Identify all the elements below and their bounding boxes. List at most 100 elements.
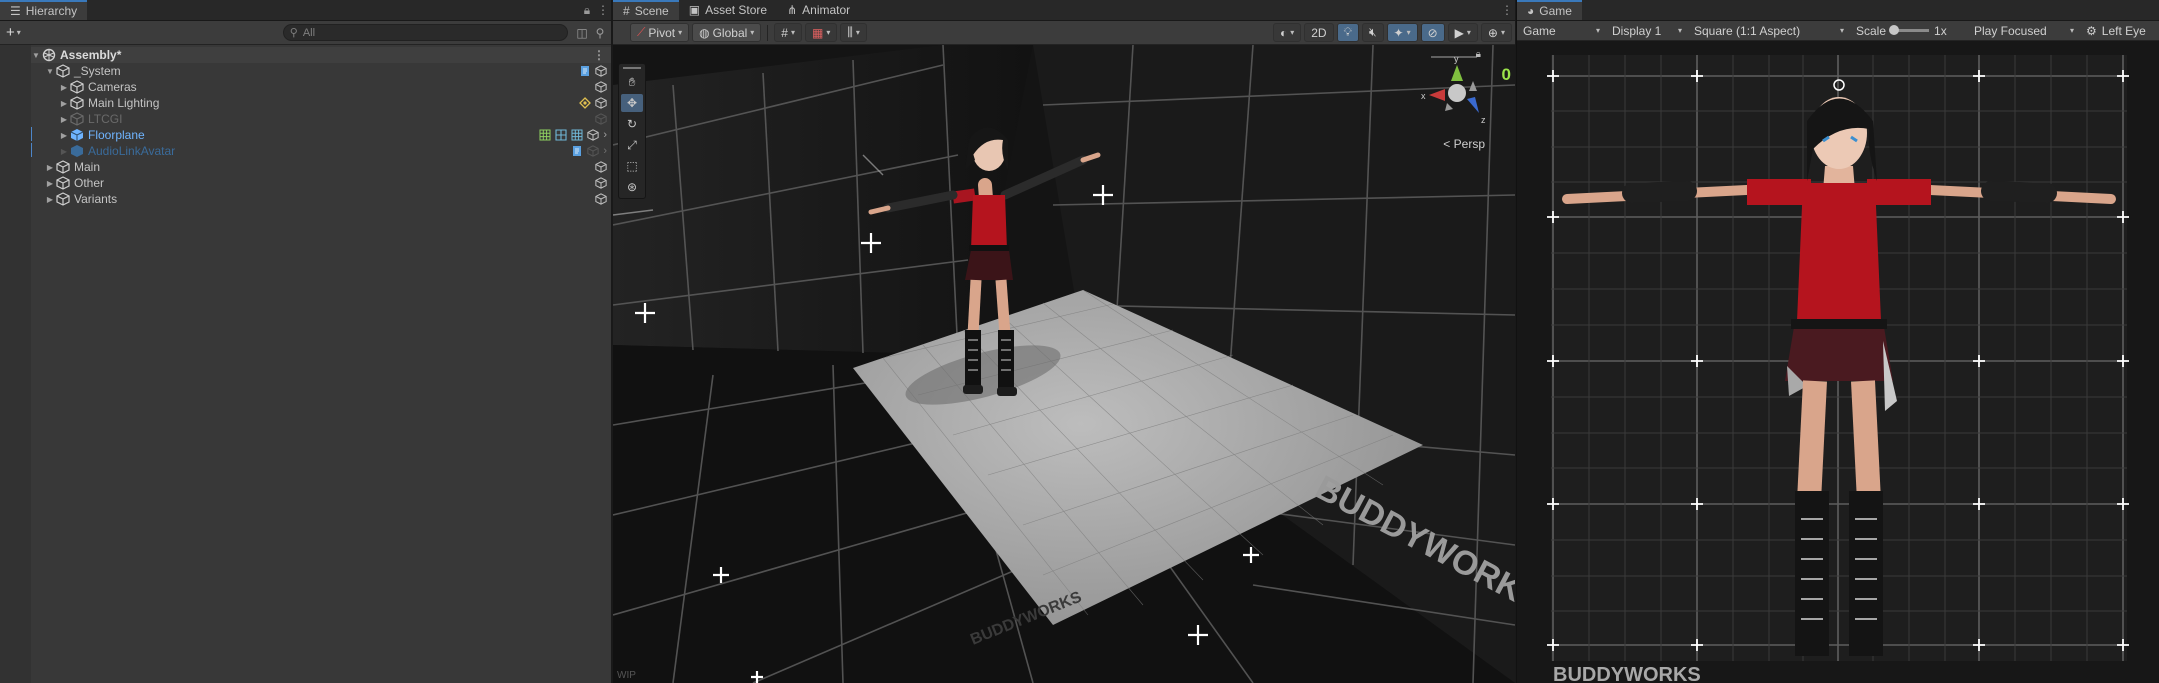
tool-palette: ✋︎ ✥ ↻ ⤢ ⬚ ⊛ — [618, 63, 646, 199]
chevron-down-icon[interactable]: ▼ — [44, 67, 56, 76]
rotate-tool[interactable]: ↻ — [621, 115, 643, 133]
rect-tool[interactable]: ⬚ — [621, 157, 643, 175]
filter-icon[interactable]: ⚲ — [592, 26, 608, 40]
tree-item-variants[interactable]: ▶ Variants — [0, 191, 611, 207]
scene-viewport[interactable]: BUDDYWORKS BUDDYWORKS ✋︎ ✥ ↻ ⤢ ⬚ ⊛ y x z… — [613, 45, 1515, 683]
camera-dropdown[interactable]: ▶︎ ▾ — [1447, 23, 1478, 42]
gameobject-icon — [587, 145, 599, 157]
bag-icon: ▣ — [688, 3, 701, 17]
audio-toggle[interactable]: 🔇︎ — [1361, 23, 1384, 42]
tree-item-system[interactable]: ▼ _System — [0, 63, 611, 79]
chevron-down-icon: ▾ — [790, 28, 795, 37]
scene-visibility-icon[interactable]: ◫ — [574, 26, 590, 40]
chevron-right-icon[interactable]: ▶ — [58, 131, 70, 140]
grid-snap-button[interactable]: # ▾ — [774, 23, 802, 42]
scene-toolbar: ⟋ Pivot ▾ ◍ Global ▾ # ▾ ▦ ▾ ⫼ ▾ ◐ ▾ 2D 💡︎ 🔇… — [613, 21, 1515, 45]
hierarchy-tree: ▼ Assembly* ⋮ ▼ _System ▶ Cameras ▶ Main… — [0, 45, 611, 683]
more-menu-icon[interactable]: ⋮ — [595, 0, 611, 20]
scale-tool[interactable]: ⤢ — [621, 136, 643, 154]
hidden-objects-toggle[interactable]: ⊘ — [1420, 23, 1445, 42]
gameobject-icon — [70, 112, 84, 126]
more-menu-icon[interactable]: ⋮ — [591, 48, 607, 62]
scene-row[interactable]: ▼ Assembly* ⋮ — [0, 47, 611, 63]
persp-label[interactable]: < Persp — [1443, 137, 1485, 151]
aspect-dropdown[interactable]: Square (1:1 Aspect) ▾ — [1688, 21, 1850, 40]
tree-item-ltcgi[interactable]: ▶ LTCGI — [0, 111, 611, 127]
chevron-right-icon[interactable]: ▶ — [44, 195, 56, 204]
display-dropdown[interactable]: Display 1 ▾ — [1606, 21, 1688, 40]
grid-visibility-button[interactable]: ▦ ▾ — [805, 23, 838, 42]
corner-text: WIP — [617, 670, 636, 681]
transform-tool[interactable]: ⊛ — [621, 178, 643, 196]
chevron-down-icon: ▾ — [678, 28, 683, 37]
chevron-down-icon[interactable]: ▼ — [30, 51, 42, 60]
chevron-right-icon[interactable]: ▶ — [44, 179, 56, 188]
shading-sphere-icon: ◐ — [1279, 25, 1288, 40]
play-mode-dropdown[interactable]: Play Focused ▾ — [1968, 21, 2080, 40]
tree-item-other[interactable]: ▶ Other — [0, 175, 611, 191]
tab-asset-store[interactable]: ▣ Asset Store — [679, 0, 777, 20]
gizmos-dropdown[interactable]: ⊕ ▾ — [1480, 23, 1512, 42]
gameobject-icon — [70, 96, 84, 110]
x-axis-cone[interactable] — [1429, 89, 1445, 101]
chevron-right-icon[interactable]: ▶ — [58, 147, 70, 156]
chevron-right-icon[interactable]: › — [603, 145, 607, 157]
tab-scene[interactable]: # Scene — [613, 0, 679, 20]
gameobject-icon — [56, 64, 70, 78]
gamepad-icon: ◕ — [1527, 4, 1535, 18]
game-mode-dropdown[interactable]: Game ▾ — [1517, 21, 1606, 40]
chevron-right-icon[interactable]: ▶ — [58, 83, 70, 92]
gameobject-icon — [587, 129, 599, 141]
more-menu-icon[interactable]: ⋮ — [1499, 0, 1515, 20]
move-icon: ✥ — [626, 96, 638, 110]
effects-icon: ✦ — [1393, 25, 1404, 40]
lock-icon[interactable]: 🔒︎ — [579, 0, 595, 20]
grid-icon: # — [623, 4, 630, 18]
tree-item-floorplane[interactable]: ▶ Floorplane › — [0, 127, 611, 143]
hand-tool[interactable]: ✋︎ — [621, 73, 643, 91]
chevron-down-icon: ▾ — [1466, 28, 1471, 37]
prefab-icon — [71, 145, 83, 157]
add-button[interactable]: + ▾ — [3, 24, 21, 41]
tab-hierarchy[interactable]: ☰ Hierarchy — [0, 0, 88, 20]
tree-item-main[interactable]: ▶ Main — [0, 159, 611, 175]
grid-icon: ▦ — [812, 25, 824, 40]
transform-icon: ⊛ — [626, 180, 638, 194]
search-placeholder: All — [302, 26, 316, 39]
increment-snap-button[interactable]: ⫼ ▾ — [840, 23, 867, 42]
scale-slider-knob[interactable] — [1889, 25, 1900, 35]
game-view[interactable]: BUDDYWORKS — [1517, 41, 2159, 683]
chevron-down-icon: ▾ — [750, 28, 755, 37]
tab-animator[interactable]: ⋔ Animator — [777, 0, 860, 20]
z-axis-cone[interactable] — [1467, 97, 1479, 113]
scene-render: BUDDYWORKS BUDDYWORKS — [613, 45, 1515, 683]
hand-icon: ✋︎ — [628, 74, 636, 89]
drag-handle[interactable] — [623, 67, 641, 69]
rect-icon: ⬚ — [626, 159, 638, 173]
light-probe-icon — [579, 97, 591, 109]
chevron-right-icon[interactable]: ▶ — [58, 115, 70, 124]
chevron-right-icon[interactable]: › — [603, 129, 607, 141]
effects-dropdown[interactable]: ✦ ▾ — [1386, 23, 1418, 42]
toggle-2d-button[interactable]: 2D — [1304, 23, 1334, 42]
move-tool[interactable]: ✥ — [621, 94, 643, 112]
lighting-toggle[interactable]: 💡︎ — [1336, 23, 1359, 42]
gameobject-icon — [56, 192, 70, 206]
chevron-right-icon[interactable]: ▶ — [44, 163, 56, 172]
gizmo-icon: ⊕ — [1487, 25, 1498, 40]
search-icon: ⚲ — [289, 27, 298, 39]
global-dropdown[interactable]: ◍ Global ▾ — [692, 23, 762, 42]
scale-slider[interactable] — [1889, 25, 1930, 35]
draw-mode-dropdown[interactable]: ◐ ▾ — [1272, 23, 1302, 42]
lock-icon[interactable]: 🔒︎ — [1476, 49, 1481, 60]
tree-item-audiolinkavatar[interactable]: ▶ AudioLinkAvatar › — [0, 143, 611, 159]
pivot-dropdown[interactable]: ⟋ Pivot ▾ — [630, 23, 690, 42]
y-axis-cone[interactable] — [1451, 65, 1463, 81]
tree-item-cameras[interactable]: ▶ Cameras — [0, 79, 611, 95]
chevron-right-icon[interactable]: ▶ — [58, 99, 70, 108]
orientation-gizmo[interactable]: y x z — [1417, 51, 1497, 133]
eye-dropdown[interactable]: ⚙ Left Eye — [2080, 21, 2152, 40]
tab-game[interactable]: ◕ Game — [1517, 0, 1582, 20]
search-field[interactable]: ⚲ All — [282, 24, 568, 41]
tree-item-main-lighting[interactable]: ▶ Main Lighting — [0, 95, 611, 111]
